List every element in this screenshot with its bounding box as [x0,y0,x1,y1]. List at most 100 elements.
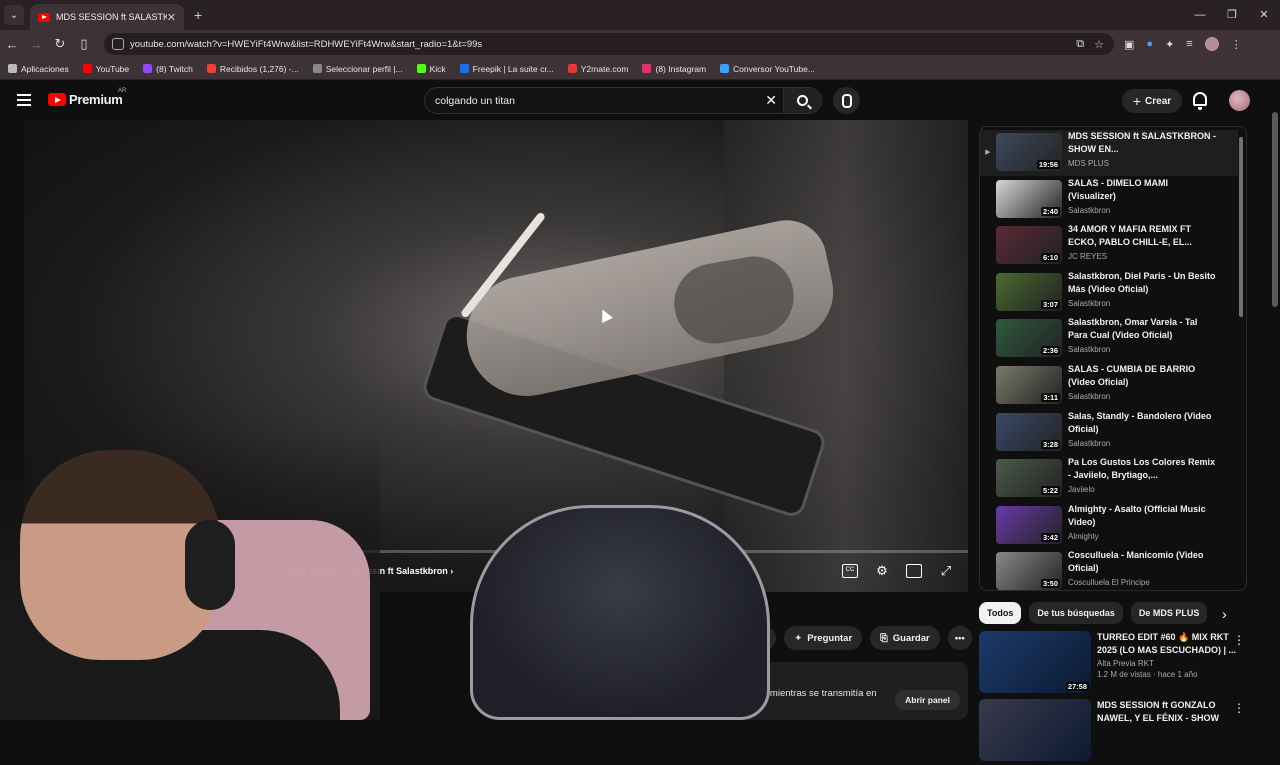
filter-chip[interactable]: Todos [979,602,1022,624]
playlist-item[interactable]: 2:40 SALAS - DIMELO MAMI (Visualizer) Sala… [980,177,1238,223]
site-info-icon[interactable] [112,38,124,50]
playlist-panel: ▶ 19:56 MDS SESSION ft SALASTKBRON - SHOW … [979,126,1247,591]
playlist-item-channel: JC REYES [1068,252,1108,262]
settings-gear-icon[interactable]: ⚙ [874,564,890,578]
playlist-item-meta: Salastkbron, Diel Paris - Un Besito Más … [1068,270,1218,308]
youtube-header: Premium AR ✕ + Crear [0,81,1280,119]
playlist-scrollbar[interactable] [1239,137,1243,317]
playlist-item-title: 34 AMOR Y MAFIA REMIX FT ECKO, PABLO CHI… [1068,224,1192,248]
extension-icon[interactable]: ▣ [1124,38,1134,51]
search-button[interactable] [783,88,821,113]
playlist-item[interactable]: ▶ 19:56 MDS SESSION ft SALASTKBRON - SHOW … [980,130,1238,176]
page-scrollbar[interactable] [1272,112,1278,307]
back-icon[interactable]: ← [0,37,24,52]
playlist-item[interactable]: 6:10 34 AMOR Y MAFIA REMIX FT ECKO, PABLO… [980,223,1238,269]
search-input[interactable] [435,94,755,107]
playlist-thumbnail: 2:40 [996,179,1062,218]
playlist-index [980,223,996,241]
playlist-item[interactable]: 3:07 Salastkbron, Diel Paris - Un Besito … [980,270,1238,316]
bookmark-label: Aplicaciones [21,63,69,74]
recommended-meta: MDS SESSION ft GONZALO NAWEL, Y EL FÉNIX… [1097,699,1237,765]
fullscreen-icon[interactable]: ⤢ [938,564,954,578]
url-bar[interactable]: youtube.com/watch?v=HWEYiFt4Wrw&list=RDH… [104,33,1114,55]
now-playing-icon: ▶ [985,149,991,156]
subtitles-icon[interactable]: CC [842,564,858,578]
browser-tab-bar: ⌄ MDS SESSION ft SALASTKBRON ✕ + — ❐ ✕ [0,0,1280,30]
url-text: youtube.com/watch?v=HWEYiFt4Wrw&list=RDH… [130,38,483,50]
hamburger-menu-icon[interactable] [17,94,31,106]
bookmark-star-icon[interactable]: ☆ [1094,38,1104,51]
ask-button[interactable]: ✦ Preguntar [784,626,863,650]
playlist-item[interactable]: 3:28 Salas, Standly - Bandolero (Video Of… [980,410,1238,456]
playlist-item-channel: Salastkbron [1068,438,1111,448]
duration-badge: 5:22 [1040,486,1060,496]
create-button[interactable]: + Crear [1122,89,1182,113]
open-panel-button[interactable]: Abrir panel [895,690,960,710]
forward-icon[interactable]: → [24,37,48,52]
more-options-icon[interactable]: ⋮ [1233,633,1245,647]
bookmark-item[interactable]: Aplicaciones [8,64,69,74]
close-window-button[interactable]: ✕ [1248,0,1280,30]
duration-badge: 3:50 [1040,579,1060,589]
more-options-icon[interactable]: ⋮ [1233,701,1245,715]
address-toolbar: ← → ↻ ▯ youtube.com/watch?v=HWEYiFt4Wrw&… [0,30,1280,58]
browser-menu-icon[interactable]: ⋮ [1231,38,1242,51]
playlist-index [980,456,996,474]
theater-mode-icon[interactable] [906,564,922,578]
bookmark-item[interactable]: (8) Instagram [642,64,706,74]
media-control-icon[interactable]: ≡ [1186,38,1192,50]
duration-badge: 3:28 [1040,439,1060,449]
bookmark-label: (8) Twitch [156,63,193,74]
vpn-extension-icon[interactable]: ● [1146,38,1153,50]
clear-search-icon[interactable]: ✕ [765,92,777,109]
save-label: Guardar [892,632,930,644]
voice-search-mic-icon[interactable] [833,87,860,114]
playlist-item-title: Salastkbron, Omar Varela - Tal Para Cual… [1068,317,1198,341]
install-app-icon[interactable]: ⧉ [1076,38,1084,51]
bookmark-favicon-icon [82,64,92,73]
filter-chip[interactable]: De MDS PLUS [1130,602,1208,624]
playlist-item[interactable]: 2:36 Salastkbron, Omar Varela - Tal Para … [980,316,1238,362]
playlist-item-channel: MDS PLUS [1068,159,1109,168]
bookmark-item[interactable]: Freepik | La suite cr... [459,63,554,74]
bookmark-label: Freepik | La suite cr... [472,63,554,74]
save-button[interactable]: ⎘ Guardar [870,626,940,650]
reload-icon[interactable]: ↻ [48,36,72,52]
bookmark-item[interactable]: Seleccionar perfil |... [312,64,403,74]
youtube-favicon-icon [38,12,50,22]
youtube-premium-logo[interactable]: Premium AR [48,88,126,107]
browser-tab-active[interactable]: MDS SESSION ft SALASTKBRON ✕ [30,4,184,30]
bookmark-item[interactable]: Y2mate.com [567,64,628,74]
tab-search-dropdown[interactable]: ⌄ [4,5,24,25]
recommended-video[interactable]: 27:58 TURREO EDIT #60 🔥 MIX RKT 2025 (LO … [979,631,1249,697]
account-avatar[interactable] [1229,90,1250,111]
bookmark-item[interactable]: (8) Twitch [143,64,193,74]
profile-avatar-icon[interactable] [1204,37,1219,51]
minimize-button[interactable]: — [1184,0,1216,30]
chips-next-chevron-icon[interactable]: › [1222,606,1227,622]
recommended-video[interactable]: MDS SESSION ft GONZALO NAWEL, Y EL FÉNIX… [979,699,1249,765]
playlist-item[interactable]: 3:42 Almighty - Asalto (Official Music Vi… [980,503,1238,549]
playlist-thumbnail: 3:07 [996,272,1062,311]
extensions-puzzle-icon[interactable]: ✦ [1165,38,1174,51]
more-actions-button[interactable]: ••• [947,626,972,650]
playlist-item-meta: SALAS - CUMBIA DE BARRIO (Video Oficial)… [1068,363,1218,401]
new-tab-button[interactable]: + [194,7,202,23]
playlist-item[interactable]: 5:22 Pa Los Gustos Los Colores Remix - Ja… [980,456,1238,502]
bookmark-item[interactable]: Kick [416,64,446,74]
tab-close-icon[interactable]: ✕ [167,11,176,24]
side-panel-icon[interactable]: ▯ [72,36,96,52]
country-code: AR [118,88,127,94]
playlist-item[interactable]: 3:11 SALAS - CUMBIA DE BARRIO (Video Ofic… [980,363,1238,409]
duration-badge: 2:40 [1040,206,1060,216]
bookmark-item[interactable]: Conversor YouTube... [720,64,815,74]
bookmark-item[interactable]: Recibidos (1,276) -... [206,64,299,74]
playlist-item-title: Salastkbron, Diel Paris - Un Besito Más … [1068,270,1216,294]
filter-chip[interactable]: De tus búsquedas [1029,602,1123,624]
notifications-bell-icon[interactable] [1193,92,1207,110]
restore-button[interactable]: ❐ [1216,0,1248,30]
bookmarks-bar: Aplicaciones YouTube (8) Twitch Recibidos (… [0,58,1280,80]
playlist-item[interactable]: 3:50 Cosculluela - Manicomio (Video Ofici… [980,549,1238,590]
bookmark-item[interactable]: YouTube [82,64,129,74]
bookmark-favicon-icon [8,64,17,73]
